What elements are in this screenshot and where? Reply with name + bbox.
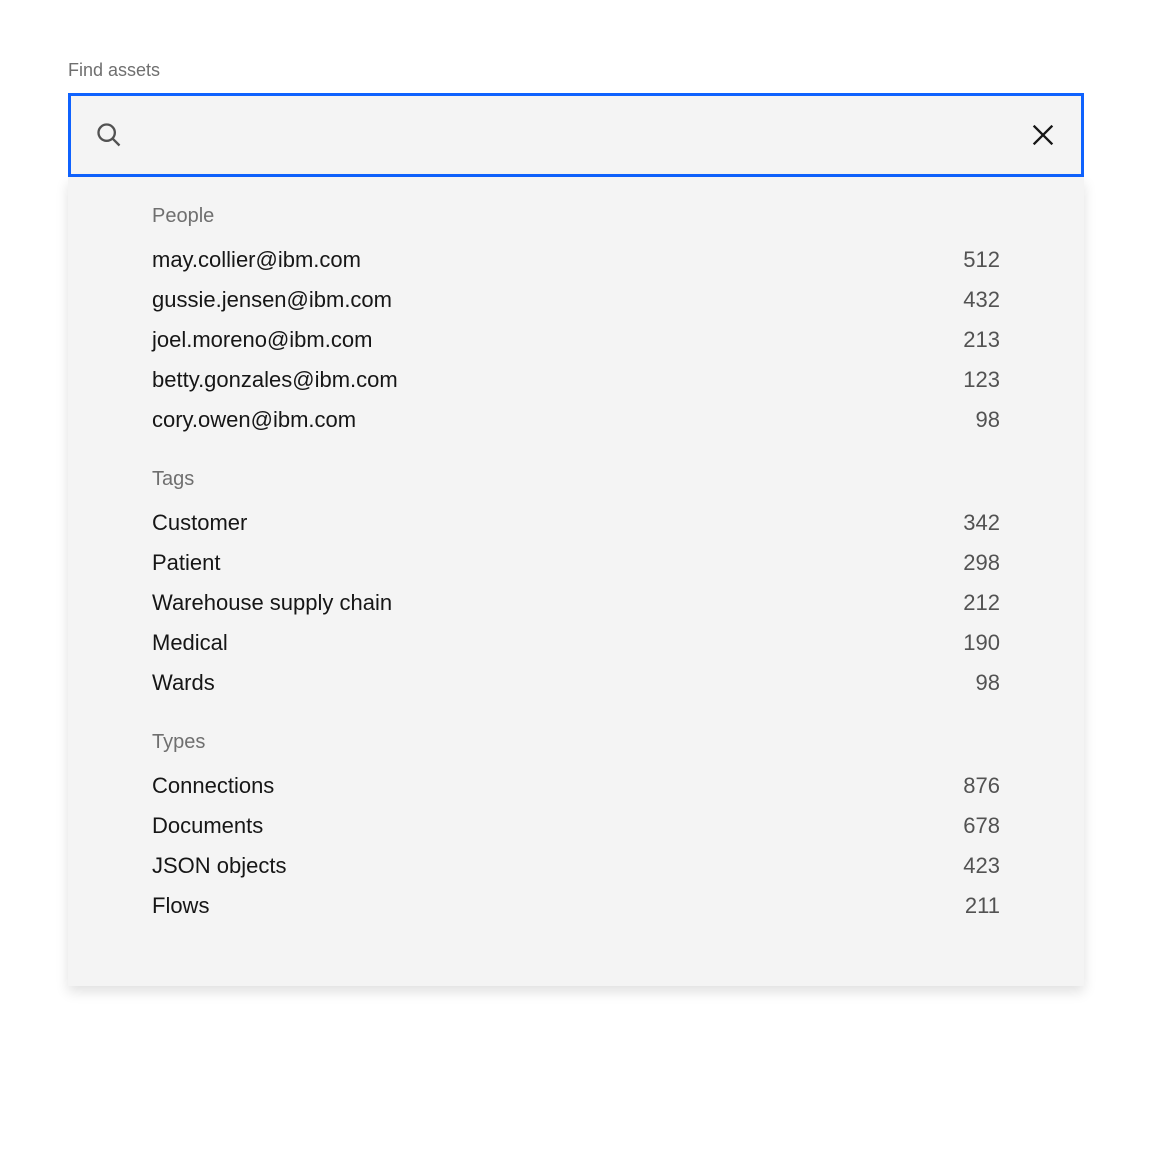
list-item[interactable]: cory.owen@ibm.com 98 <box>152 400 1000 440</box>
list-item[interactable]: joel.moreno@ibm.com 213 <box>152 320 1000 360</box>
item-count: 212 <box>963 590 1000 616</box>
item-count: 876 <box>963 773 1000 799</box>
section-header: People <box>152 205 1000 228</box>
item-count: 423 <box>963 853 1000 879</box>
item-label: may.collier@ibm.com <box>152 247 361 273</box>
section-tags: Tags Customer 342 Patient 298 Warehouse … <box>68 468 1084 703</box>
item-label: Warehouse supply chain <box>152 590 392 616</box>
item-count: 123 <box>963 367 1000 393</box>
item-label: Documents <box>152 813 263 839</box>
list-item[interactable]: Wards 98 <box>152 663 1000 703</box>
search-icon <box>95 121 123 149</box>
item-count: 190 <box>963 630 1000 656</box>
item-label: Customer <box>152 510 247 536</box>
list-item[interactable]: Connections 876 <box>152 766 1000 806</box>
list-item[interactable]: Warehouse supply chain 212 <box>152 583 1000 623</box>
search-input[interactable] <box>139 122 1029 148</box>
suggestions-dropdown: People may.collier@ibm.com 512 gussie.je… <box>68 177 1084 986</box>
section-header: Tags <box>152 468 1000 491</box>
item-label: JSON objects <box>152 853 287 879</box>
item-count: 213 <box>963 327 1000 353</box>
item-count: 98 <box>976 670 1000 696</box>
list-item[interactable]: Patient 298 <box>152 543 1000 583</box>
item-label: betty.gonzales@ibm.com <box>152 367 398 393</box>
item-label: Connections <box>152 773 274 799</box>
item-label: Patient <box>152 550 221 576</box>
section-types: Types Connections 876 Documents 678 JSON… <box>68 731 1084 926</box>
item-count: 298 <box>963 550 1000 576</box>
list-item[interactable]: Medical 190 <box>152 623 1000 663</box>
list-item[interactable]: may.collier@ibm.com 512 <box>152 240 1000 280</box>
list-item[interactable]: JSON objects 423 <box>152 846 1000 886</box>
item-label: Medical <box>152 630 228 656</box>
search-box[interactable] <box>68 93 1084 177</box>
item-label: Flows <box>152 893 209 919</box>
item-count: 342 <box>963 510 1000 536</box>
item-count: 678 <box>963 813 1000 839</box>
search-container: Find assets People may.collier@ibm.com 5… <box>68 60 1084 986</box>
item-count: 211 <box>965 893 1000 919</box>
item-count: 432 <box>963 287 1000 313</box>
item-label: gussie.jensen@ibm.com <box>152 287 392 313</box>
item-count: 98 <box>976 407 1000 433</box>
list-item[interactable]: Flows 211 <box>152 886 1000 926</box>
list-item[interactable]: Documents 678 <box>152 806 1000 846</box>
field-label: Find assets <box>68 60 1084 81</box>
item-label: cory.owen@ibm.com <box>152 407 356 433</box>
list-item[interactable]: gussie.jensen@ibm.com 432 <box>152 280 1000 320</box>
section-people: People may.collier@ibm.com 512 gussie.je… <box>68 205 1084 440</box>
list-item[interactable]: Customer 342 <box>152 503 1000 543</box>
item-count: 512 <box>963 247 1000 273</box>
item-label: joel.moreno@ibm.com <box>152 327 372 353</box>
list-item[interactable]: betty.gonzales@ibm.com 123 <box>152 360 1000 400</box>
section-header: Types <box>152 731 1000 754</box>
item-label: Wards <box>152 670 215 696</box>
close-icon[interactable] <box>1029 121 1057 149</box>
